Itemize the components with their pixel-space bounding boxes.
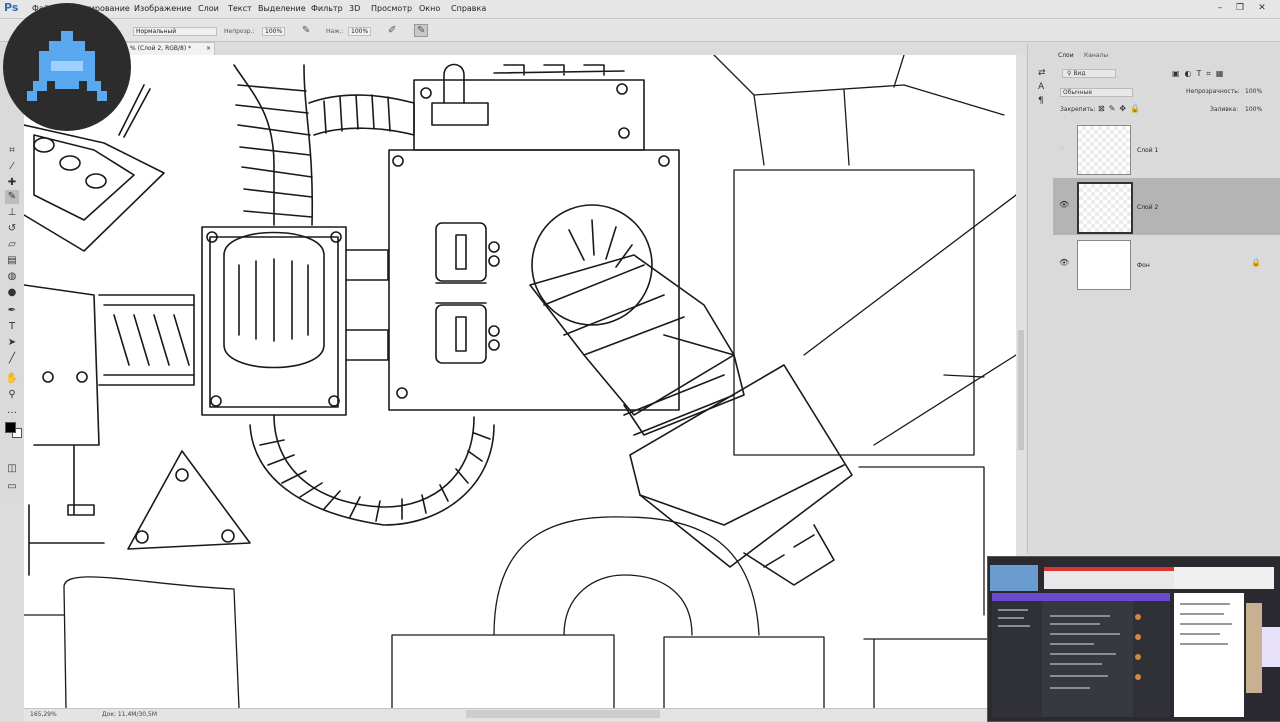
fill-value[interactable]: 100% bbox=[1245, 106, 1262, 113]
layer-thumbnail bbox=[1077, 125, 1131, 175]
quick-mask-icon[interactable]: ◫ bbox=[5, 462, 19, 476]
opacity-input[interactable]: 100% bbox=[262, 27, 286, 36]
layer-opacity-value[interactable]: 100% bbox=[1245, 88, 1262, 95]
sketch-arm bbox=[529, 204, 853, 586]
stream-preview bbox=[987, 556, 1280, 722]
opacity-label: Непрозр.: bbox=[224, 28, 255, 35]
layer-filter-kind[interactable]: ⚲ Вид bbox=[1062, 69, 1117, 78]
menu-3d[interactable]: 3D bbox=[349, 4, 360, 13]
zoom-icon[interactable]: ⚲ bbox=[5, 388, 19, 402]
document-tab-title: % (Слой 2, RGB/8) * bbox=[130, 45, 192, 52]
pressure-label: Наж.: bbox=[326, 28, 344, 35]
menu-select[interactable]: Выделение bbox=[258, 4, 306, 13]
fill-label: Заливка: bbox=[1210, 106, 1239, 113]
menu-type[interactable]: Текст bbox=[228, 4, 252, 13]
horizontal-scroll-thumb[interactable] bbox=[466, 710, 660, 718]
airbrush-icon[interactable]: ✐ bbox=[388, 25, 396, 36]
more-tools-icon[interactable]: … bbox=[5, 404, 19, 418]
blur-icon[interactable]: ◍ bbox=[5, 270, 19, 284]
stamp-icon[interactable]: ⊥ bbox=[5, 206, 19, 220]
screen-mode-icon[interactable]: ▭ bbox=[5, 480, 19, 494]
lock-icons[interactable]: ⊠✎✥🔒 bbox=[1098, 104, 1144, 113]
eye-icon[interactable]: 👁 bbox=[1059, 258, 1069, 267]
layers-panel: Слои Каналы ⇄ A ¶ ⚲ Вид ▣◐T⌗▦ Обычные Не… bbox=[1027, 44, 1280, 554]
streamer-avatar bbox=[3, 3, 131, 131]
menu-help[interactable]: Справка bbox=[451, 4, 486, 13]
hand-icon[interactable]: ✋ bbox=[5, 372, 19, 386]
menu-filter[interactable]: Фильтр bbox=[311, 4, 343, 13]
layer-blend-mode[interactable]: Обычные bbox=[1060, 88, 1134, 97]
paragraph-panel-icon[interactable]: ¶ bbox=[1038, 96, 1044, 106]
gradient-icon[interactable]: ▤ bbox=[5, 254, 19, 268]
minimize-icon[interactable]: – bbox=[1214, 2, 1226, 14]
pen-icon[interactable]: ✒ bbox=[5, 304, 19, 318]
tab-layers[interactable]: Слои bbox=[1058, 52, 1074, 59]
layer-name: Фон bbox=[1137, 262, 1150, 269]
eye-icon[interactable]: 👁 bbox=[1059, 200, 1069, 209]
eyedropper-icon[interactable]: ⁄ bbox=[5, 160, 19, 174]
sketch-left-panel bbox=[24, 84, 195, 576]
layer-row-layer1[interactable]: ▫ Слой 1 bbox=[1053, 121, 1280, 178]
pixel-invader-logo bbox=[27, 31, 107, 101]
visibility-off-icon[interactable]: ▫ bbox=[1059, 143, 1064, 152]
lock-label: Закрепить: bbox=[1060, 106, 1096, 113]
history-brush-icon[interactable]: ↺ bbox=[5, 222, 19, 236]
layer-thumbnail bbox=[1077, 182, 1133, 234]
document-tab[interactable]: % (Слой 2, RGB/8) * × bbox=[125, 42, 215, 56]
layer-opacity-label: Непрозрачность: bbox=[1186, 88, 1240, 95]
sketch-background bbox=[24, 55, 1016, 708]
eraser-icon[interactable]: ▱ bbox=[5, 238, 19, 252]
crop-icon[interactable]: ⌗ bbox=[5, 144, 19, 158]
path-select-icon[interactable]: ➤ bbox=[5, 336, 19, 350]
options-bar: Нормальный Непрозр.: 100% ✎ Наж.: 100% ✐… bbox=[0, 19, 1280, 42]
brush-icon[interactable]: ✎ bbox=[5, 190, 19, 204]
layer-row-background[interactable]: 👁 Фон 🔒 bbox=[1053, 236, 1280, 293]
layer-name: Слой 1 bbox=[1137, 147, 1159, 154]
menu-window[interactable]: Окно bbox=[419, 4, 440, 13]
pressure-opacity-icon[interactable]: ✎ bbox=[302, 25, 310, 36]
sketch-drawing bbox=[24, 55, 1016, 708]
sketch-control-box bbox=[388, 63, 680, 411]
tab-channels[interactable]: Каналы bbox=[1084, 52, 1108, 59]
menu-image[interactable]: Изображение bbox=[134, 4, 192, 13]
healing-icon[interactable]: ✚ bbox=[5, 176, 19, 190]
panel-collapse-icon[interactable]: ⇄ bbox=[1038, 68, 1046, 78]
menu-layers[interactable]: Слои bbox=[198, 4, 219, 13]
canvas[interactable] bbox=[24, 55, 1016, 708]
layer-row-layer2[interactable]: 👁 Слой 2 bbox=[1053, 178, 1280, 235]
type-icon[interactable]: T bbox=[5, 320, 19, 334]
layer-name: Слой 2 bbox=[1137, 204, 1159, 211]
dodge-icon[interactable]: ● bbox=[5, 286, 19, 300]
layer-filter-icons[interactable]: ▣◐T⌗▦ bbox=[1172, 69, 1229, 79]
sketch-gearbox bbox=[201, 226, 389, 416]
close-icon[interactable]: ✕ bbox=[1256, 2, 1268, 14]
shape-icon[interactable]: ╱ bbox=[5, 352, 19, 366]
character-panel-icon[interactable]: A bbox=[1038, 82, 1044, 92]
menu-bar: Ps Файл Редактирование Изображение Слои … bbox=[0, 0, 1280, 19]
layer-filter-kind-label: Вид bbox=[1073, 70, 1086, 77]
preview-screenshot bbox=[988, 557, 1280, 721]
lock-icon: 🔒 bbox=[1251, 258, 1261, 267]
foreground-color-swatch[interactable] bbox=[5, 422, 16, 433]
zoom-level[interactable]: 165,29% bbox=[30, 711, 57, 718]
vertical-scroll-thumb[interactable] bbox=[1018, 330, 1024, 450]
restore-icon[interactable]: ❐ bbox=[1234, 2, 1246, 14]
layer-thumbnail bbox=[1077, 240, 1131, 290]
sketch-triangle bbox=[127, 450, 251, 550]
pressure-input[interactable]: 100% bbox=[348, 27, 372, 36]
document-tab-close-icon[interactable]: × bbox=[206, 45, 211, 52]
document-size: Док: 11,4M/30,5M bbox=[102, 711, 158, 718]
pressure-size-icon[interactable]: ✎ bbox=[414, 24, 429, 37]
menu-view[interactable]: Просмотр bbox=[371, 4, 412, 13]
blend-mode-select[interactable]: Нормальный bbox=[133, 27, 217, 36]
sketch-cables bbox=[233, 64, 495, 526]
